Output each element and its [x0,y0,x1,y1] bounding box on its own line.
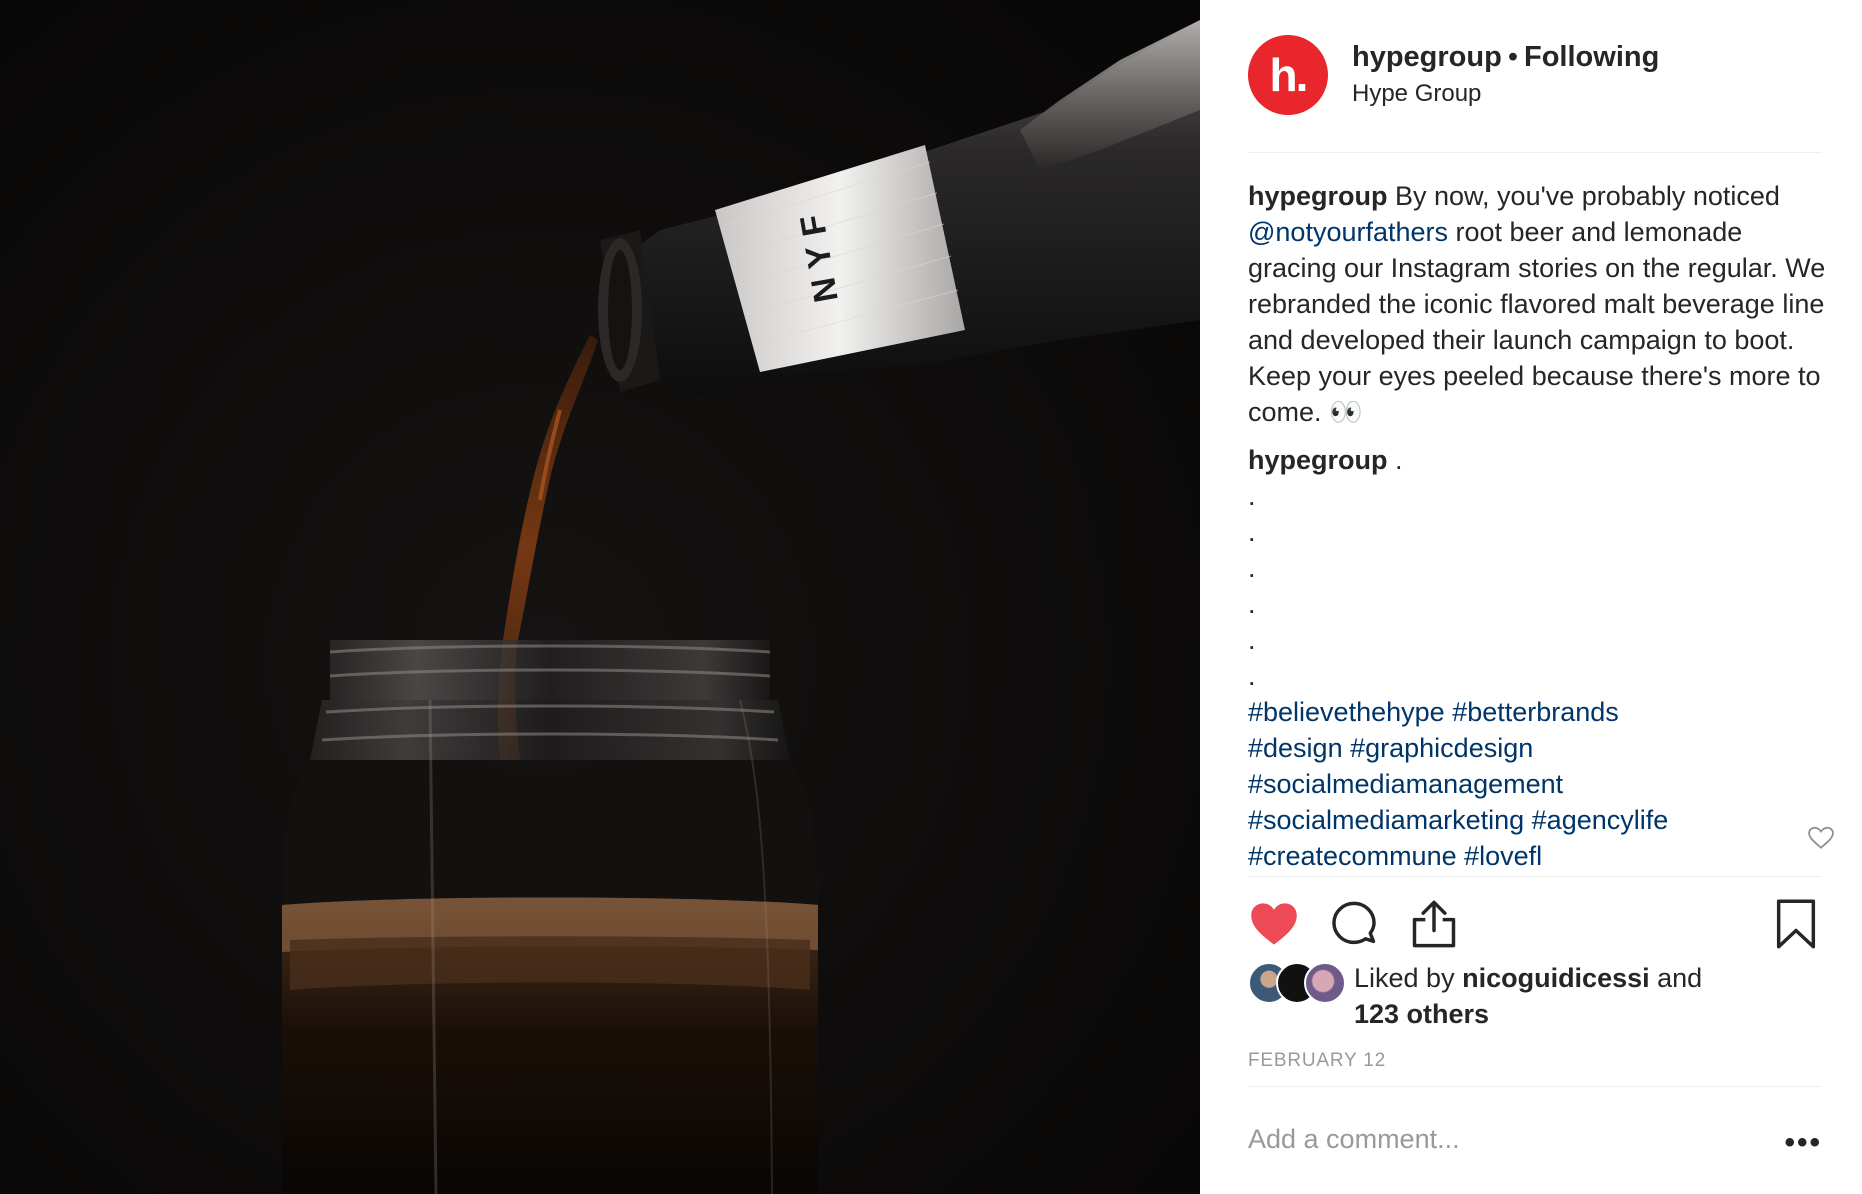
share-icon[interactable] [1408,898,1460,950]
root-beer-pour-image: NYF [0,0,1200,1194]
comment-bubble-icon[interactable] [1328,898,1380,950]
liked-by-text: Liked by nicoguidicessi and 123 others [1354,960,1824,1032]
follow-up-comment: hypegroup . [1248,442,1828,478]
dot-line: . [1248,553,1256,583]
divider [1248,1086,1822,1087]
liked-by-connector: and [1649,963,1703,993]
hashtag-link[interactable]: #betterbrands [1452,697,1619,727]
likes-count[interactable]: 123 others [1354,999,1489,1029]
mention-link[interactable]: @notyourfathers [1248,217,1448,247]
comment-dots: . . . . . . [1248,478,1828,694]
action-bar [1248,898,1822,950]
divider [1248,876,1822,877]
comment-text: . [1387,445,1403,475]
mason-jar [282,640,818,1194]
caption-text-2: root beer and lemonade gracing our Insta… [1248,217,1826,427]
header-separator: • [1507,41,1518,73]
hashtag-link[interactable]: #design [1248,733,1343,763]
header-location[interactable]: Hype Group [1352,77,1659,111]
following-button[interactable]: Following [1524,41,1659,73]
avatar[interactable]: h. [1248,35,1328,115]
hashtag-link[interactable]: #agencylife [1532,805,1669,835]
dot-line: . [1248,589,1256,619]
avatar[interactable] [1304,962,1346,1004]
dot-line: . [1248,517,1256,547]
comment-author[interactable]: hypegroup [1248,445,1388,475]
comment-input[interactable]: Add a comment... [1248,1124,1460,1155]
caption-text-1: By now, you've probably noticed [1387,181,1780,211]
comment-like-heart-icon[interactable] [1808,826,1834,850]
hashtag-link[interactable]: #socialmediamarketing [1248,805,1524,835]
avatar-logo-text: h. [1269,49,1309,101]
liked-by-user[interactable]: nicoguidicessi [1462,963,1650,993]
post-photo[interactable]: NYF [0,0,1200,1194]
more-options-icon[interactable]: ••• [1784,1126,1822,1160]
liker-avatars [1248,962,1358,1004]
hashtag-link[interactable]: #graphicdesign [1350,733,1533,763]
hashtag-link[interactable]: #createcommune [1248,841,1457,871]
dot-line: . [1248,481,1256,511]
bookmark-icon[interactable] [1770,898,1822,950]
like-heart-icon[interactable] [1248,898,1300,950]
hashtag-link[interactable]: #socialmediamanagement [1248,769,1563,799]
caption-author[interactable]: hypegroup [1248,181,1388,211]
header-username[interactable]: hypegroup [1352,41,1502,73]
liked-by-prefix: Liked by [1354,963,1463,993]
divider [1248,152,1822,153]
post-date[interactable]: FEBRUARY 12 [1248,1050,1386,1072]
post-side-panel: h. hypegroup • Following Hype Group hypegr… [1200,0,1862,1194]
likes-summary: Liked by nicoguidicessi and 123 others [1248,960,1828,1036]
hashtags: #believethehype #betterbrands #design #g… [1248,694,1828,874]
dot-line: . [1248,625,1256,655]
caption: hypegroup By now, you've probably notice… [1248,178,1828,874]
caption-comment: hypegroup By now, you've probably notice… [1248,178,1828,430]
hashtag-link[interactable]: #believethehype [1248,697,1445,727]
dot-line: . [1248,661,1256,691]
post-header: h. hypegroup • Following Hype Group [1248,35,1822,115]
hashtag-link[interactable]: #lovefl [1464,841,1542,871]
